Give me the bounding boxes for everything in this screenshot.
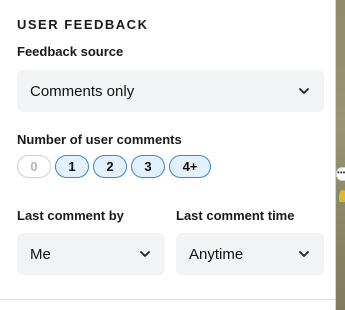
map-pin-icon[interactable] <box>339 190 345 202</box>
chip-3[interactable]: 3 <box>131 155 165 178</box>
chip-0[interactable]: 0 <box>17 155 51 178</box>
chip-2[interactable]: 2 <box>93 155 127 178</box>
last-comment-by-label: Last comment by <box>17 208 124 223</box>
comment-count-label: Number of user comments <box>17 132 182 147</box>
user-feedback-panel: USER FEEDBACK Feedback source Comments o… <box>0 0 336 310</box>
section-title: USER FEEDBACK <box>17 17 149 32</box>
chevron-down-icon <box>299 88 309 94</box>
bottom-divider <box>0 299 336 300</box>
map-background[interactable] <box>336 0 345 310</box>
last-comment-by-value: Me <box>30 245 51 263</box>
comment-count-chips: 0 1 2 3 4+ <box>17 155 211 178</box>
last-comment-time-label: Last comment time <box>176 208 295 223</box>
feedback-source-value: Comments only <box>30 82 135 100</box>
feedback-source-select[interactable]: Comments only <box>17 70 324 112</box>
last-comment-time-select[interactable]: Anytime <box>176 233 324 275</box>
chevron-down-icon <box>140 251 150 257</box>
last-comment-by-select[interactable]: Me <box>17 233 165 275</box>
map-indicator[interactable]: ••• <box>336 167 345 181</box>
last-comment-time-value: Anytime <box>189 245 244 263</box>
chevron-down-icon <box>299 251 309 257</box>
chip-1[interactable]: 1 <box>55 155 89 178</box>
feedback-source-label: Feedback source <box>17 44 124 59</box>
chip-4-plus[interactable]: 4+ <box>169 155 211 178</box>
